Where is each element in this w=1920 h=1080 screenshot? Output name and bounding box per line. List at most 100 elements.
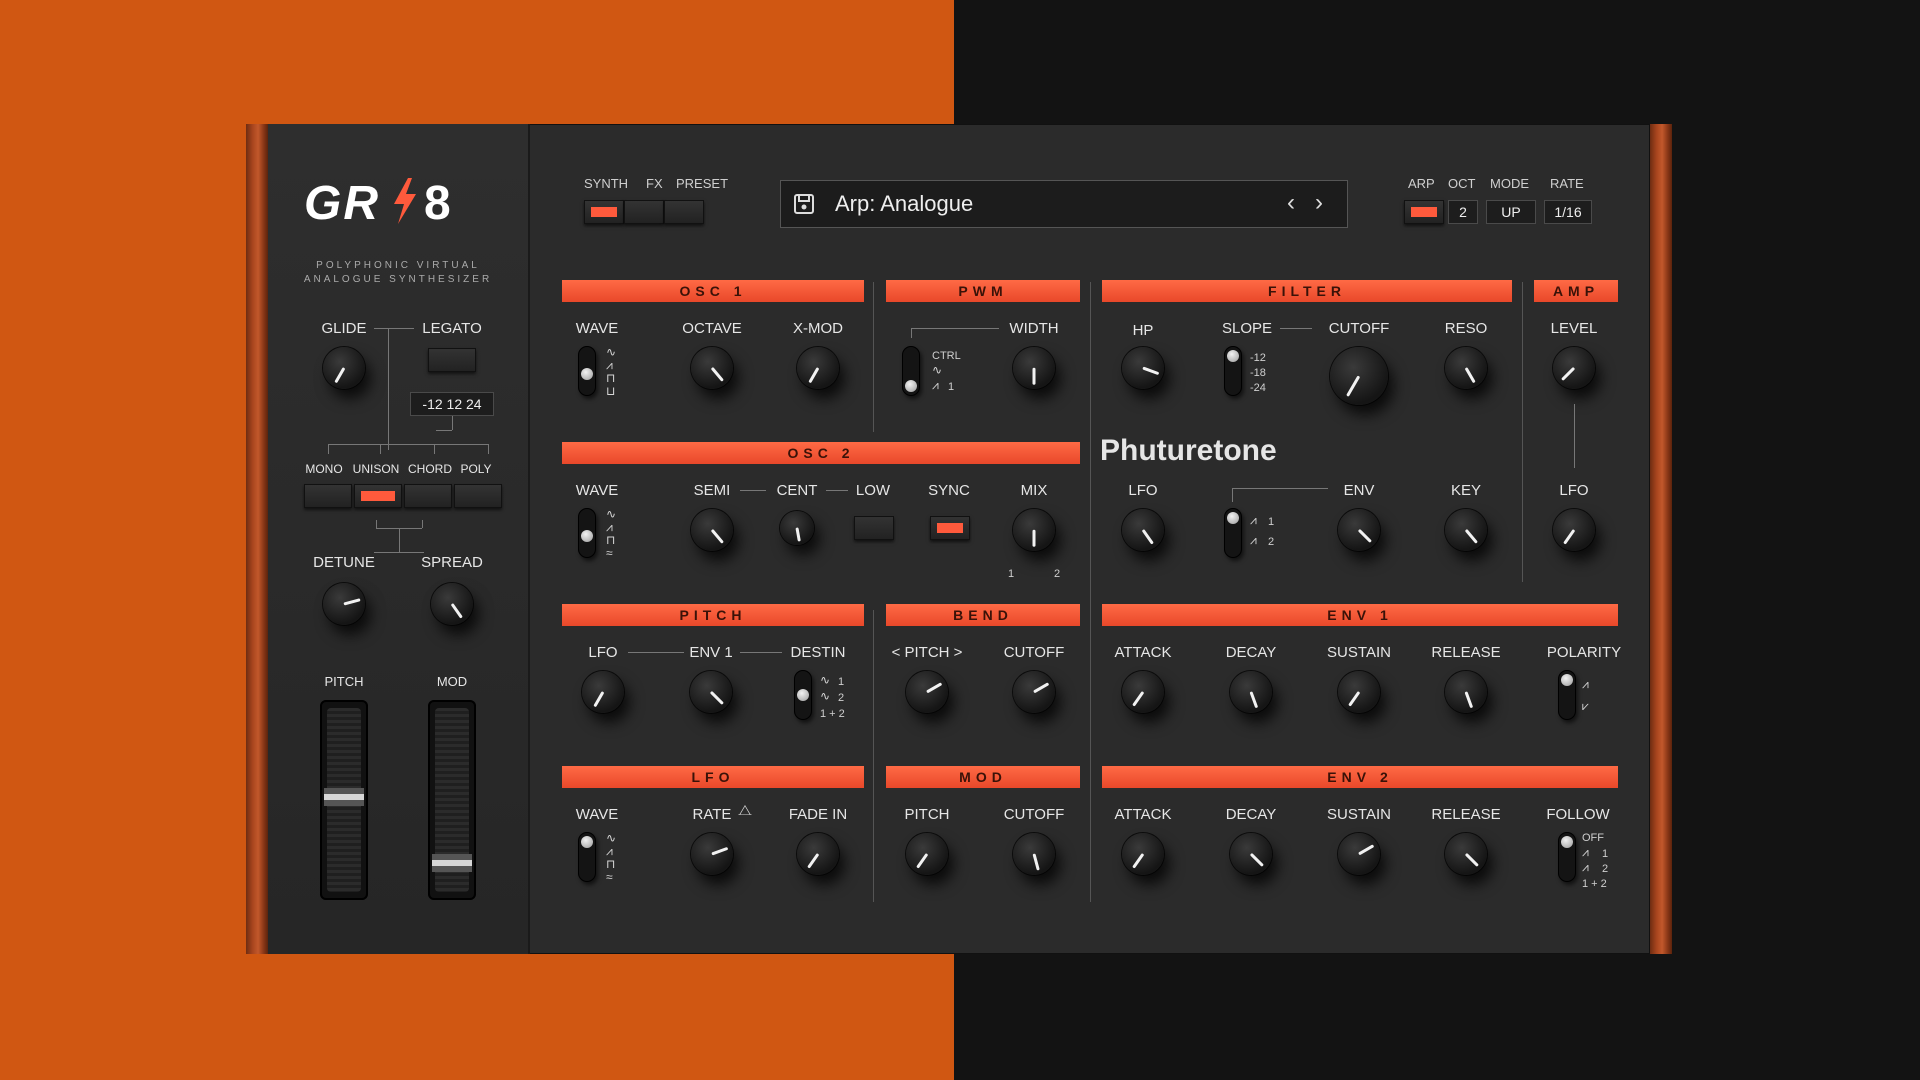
lfo-fadein-knob[interactable]	[797, 833, 839, 875]
osc2-wave-switch[interactable]	[578, 508, 596, 558]
bend-cutoff-knob[interactable]	[1013, 671, 1055, 713]
mod-pitch-knob[interactable]	[906, 833, 948, 875]
oct-value[interactable]: 2	[1448, 200, 1478, 224]
pitch-lfo-knob[interactable]	[582, 671, 624, 713]
tab-preset[interactable]	[664, 200, 704, 224]
slope-label: SLOPE	[1221, 320, 1273, 337]
legato-values[interactable]: -12 12 24	[410, 392, 494, 416]
mode-unison-button[interactable]	[354, 484, 402, 508]
env1-sustain-knob[interactable]	[1338, 671, 1380, 713]
filter-lfo-label: LFO	[1128, 482, 1158, 499]
mix-knob[interactable]	[1013, 509, 1055, 551]
spread-label: SPREAD	[421, 554, 483, 571]
tab-fx-label: FX	[646, 176, 663, 191]
mode-poly-button[interactable]	[454, 484, 502, 508]
legato-label: LEGATO	[422, 320, 482, 337]
pwm-width-knob[interactable]	[1013, 347, 1055, 389]
connector	[399, 528, 400, 552]
envelope-icon: ⩘	[1250, 513, 1257, 527]
sync-button[interactable]	[930, 516, 970, 540]
wood-side-right	[1650, 124, 1672, 954]
lfo-rate-knob[interactable]	[691, 833, 733, 875]
mode-chord-button[interactable]	[404, 484, 452, 508]
bend-pitch-knob[interactable]	[906, 671, 948, 713]
lfo-fadein-label: FADE IN	[788, 806, 848, 823]
hp-label: HP	[1132, 322, 1154, 339]
tab-synth[interactable]	[584, 200, 624, 224]
filter-env-knob[interactable]	[1338, 509, 1380, 551]
destin-switch[interactable]	[794, 670, 812, 720]
reso-knob[interactable]	[1445, 347, 1487, 389]
env2-decay-knob[interactable]	[1230, 833, 1272, 875]
lfo-wave-label: WAVE	[575, 806, 619, 823]
cent-knob[interactable]	[780, 511, 814, 545]
follow-switch[interactable]	[1558, 832, 1576, 882]
filter-env-switch[interactable]	[1224, 508, 1242, 558]
env1-attack-knob[interactable]	[1122, 671, 1164, 713]
osc1-octave-knob[interactable]	[691, 347, 733, 389]
level-knob[interactable]	[1553, 347, 1595, 389]
mod-cutoff-label: CUTOFF	[1003, 806, 1065, 823]
mod-cutoff-knob[interactable]	[1013, 833, 1055, 875]
env2-sustain-knob[interactable]	[1338, 833, 1380, 875]
pitch-env1-knob[interactable]	[690, 671, 732, 713]
follow-opt-2: 2	[1602, 863, 1609, 875]
env2-attack-knob[interactable]	[1122, 833, 1164, 875]
save-icon[interactable]	[793, 193, 815, 215]
mod-wheel-label: MOD	[436, 674, 468, 689]
tab-synth-label: SYNTH	[584, 176, 629, 191]
chevron-right-icon[interactable]: ›	[1315, 189, 1323, 217]
chevron-left-icon[interactable]: ‹	[1287, 189, 1295, 217]
env1-attack-label: ATTACK	[1114, 644, 1172, 661]
logo-text-left: GR	[304, 177, 380, 230]
env2-header: ENV 2	[1102, 766, 1618, 788]
osc1-xmod-knob[interactable]	[797, 347, 839, 389]
low-button[interactable]	[854, 516, 894, 540]
pwm-ctrl-switch[interactable]	[902, 346, 920, 396]
env2-release-knob[interactable]	[1445, 833, 1487, 875]
connector	[376, 520, 377, 528]
env1-release-knob[interactable]	[1445, 671, 1487, 713]
slope-24: -24	[1250, 382, 1266, 394]
mode-mono-label: MONO	[305, 462, 343, 476]
mod-wheel[interactable]	[428, 700, 476, 900]
destin-opt-3: 1 + 2	[820, 708, 845, 720]
legato-button[interactable]	[428, 348, 476, 372]
spread-knob[interactable]	[431, 583, 473, 625]
rate-value[interactable]: 1/16	[1544, 200, 1592, 224]
connector	[1232, 488, 1328, 489]
detune-knob[interactable]	[323, 583, 365, 625]
amp-header: AMP	[1534, 280, 1618, 302]
filter-lfo-knob[interactable]	[1122, 509, 1164, 551]
preset-display[interactable]: Arp: Analogue ‹ ›	[780, 180, 1348, 228]
metronome-icon[interactable]: ⧍	[738, 803, 752, 818]
mode-mono-button[interactable]	[304, 484, 352, 508]
mode-value[interactable]: UP	[1486, 200, 1536, 224]
pwm-ctrl-1-label: 1	[948, 381, 955, 393]
connector	[380, 444, 381, 454]
connector	[1232, 488, 1233, 502]
reso-label: RESO	[1444, 320, 1488, 337]
sync-label: SYNC	[928, 482, 970, 499]
hp-knob[interactable]	[1122, 347, 1164, 389]
pitch-wheel[interactable]	[320, 700, 368, 900]
cutoff-knob[interactable]	[1330, 347, 1388, 405]
glide-knob[interactable]	[323, 347, 365, 389]
amp-lfo-knob[interactable]	[1553, 509, 1595, 551]
osc1-wave-switch[interactable]	[578, 346, 596, 396]
connector	[488, 444, 489, 454]
lfo-wave-switch[interactable]	[578, 832, 596, 882]
env2-sustain-label: SUSTAIN	[1327, 806, 1391, 823]
env1-decay-label: DECAY	[1225, 644, 1277, 661]
tab-fx[interactable]	[624, 200, 664, 224]
slope-switch[interactable]	[1224, 346, 1242, 396]
filter-env-opt-1: 1	[1268, 516, 1275, 528]
pwm-header: PWM	[886, 280, 1080, 302]
filter-key-knob[interactable]	[1445, 509, 1487, 551]
osc1-wave-label: WAVE	[575, 320, 619, 337]
arp-button[interactable]	[1404, 200, 1444, 224]
connector	[740, 652, 782, 653]
semi-knob[interactable]	[691, 509, 733, 551]
polarity-switch[interactable]	[1558, 670, 1576, 720]
env1-decay-knob[interactable]	[1230, 671, 1272, 713]
